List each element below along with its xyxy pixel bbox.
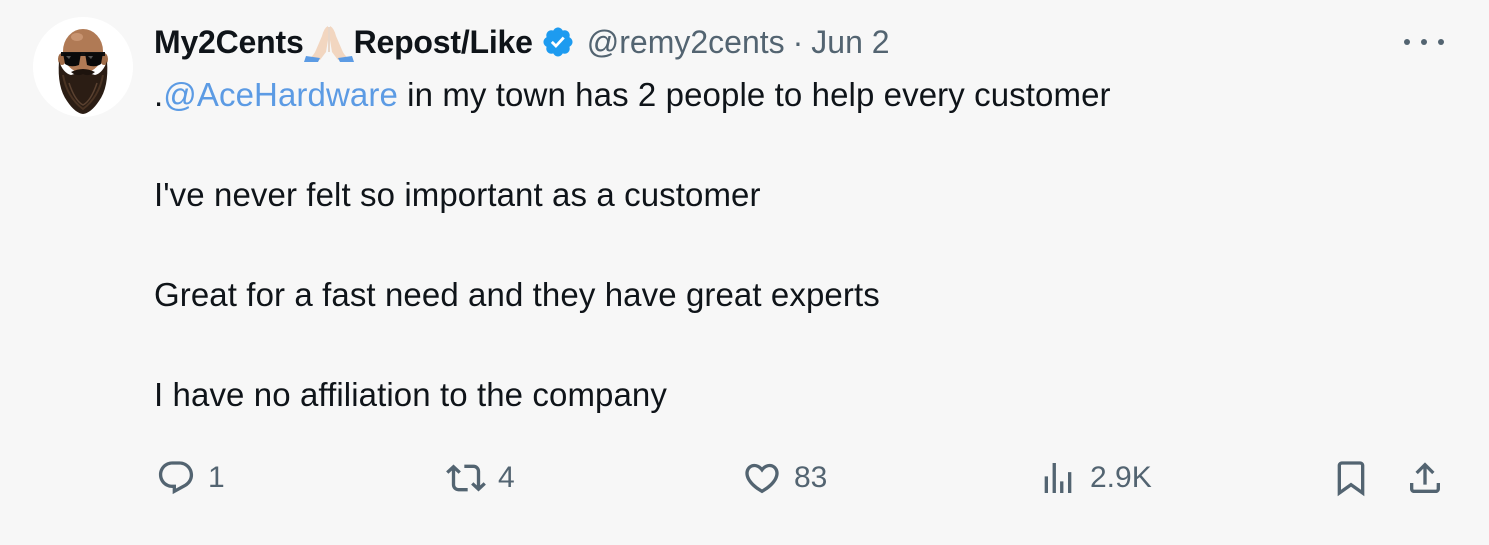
tweet-header: My2Cents Repost/Like @remy2cents · Jun 2: [154, 22, 890, 62]
views-icon: [1044, 463, 1072, 493]
share-button[interactable]: [1405, 456, 1445, 500]
reply-button[interactable]: 1: [156, 456, 225, 500]
heart-icon: [745, 463, 779, 494]
tweet: My2Cents Repost/Like @remy2cents · Jun 2: [0, 0, 1489, 545]
tweet-text-line: I've never felt so important as a custom…: [154, 176, 761, 213]
like-button[interactable]: 83: [742, 456, 827, 500]
tweet-text-line: I have no affiliation to the company: [154, 376, 667, 413]
tweet-text-line: .@AceHardware in my town has 2 people to…: [154, 76, 1111, 114]
separator-dot: ·: [792, 23, 804, 60]
display-name-suffix[interactable]: Repost/Like: [354, 24, 533, 61]
repost-icon: [446, 464, 486, 492]
more-options-icon[interactable]: [1404, 30, 1444, 54]
avatar-image: [33, 17, 133, 117]
views-button[interactable]: 2.9K: [1038, 456, 1152, 500]
tweet-date[interactable]: Jun 2: [811, 24, 889, 61]
avatar[interactable]: [33, 17, 133, 117]
repost-button[interactable]: 4: [446, 456, 515, 500]
views-count: 2.9K: [1090, 461, 1152, 494]
action-bar: 1 4 83 2.9K: [0, 456, 1489, 500]
tweet-text-line: Great for a fast need and they have grea…: [154, 276, 880, 313]
share-icon: [1410, 462, 1440, 493]
reply-count: 1: [208, 461, 225, 494]
bookmark-icon: [1337, 461, 1365, 497]
like-count: 83: [794, 461, 828, 494]
mention-link[interactable]: @AceHardware: [163, 76, 398, 113]
bookmark-button[interactable]: [1331, 456, 1371, 500]
verified-badge-icon[interactable]: [541, 25, 575, 59]
reply-icon: [158, 461, 194, 495]
display-name[interactable]: My2Cents: [154, 24, 304, 61]
folded-hands-emoji-icon: [303, 22, 354, 62]
text-prefix: .: [154, 76, 164, 113]
repost-count: 4: [498, 461, 515, 494]
text-rest: in my town has 2 people to help every cu…: [397, 76, 1111, 113]
user-handle[interactable]: @remy2cents: [587, 24, 785, 61]
